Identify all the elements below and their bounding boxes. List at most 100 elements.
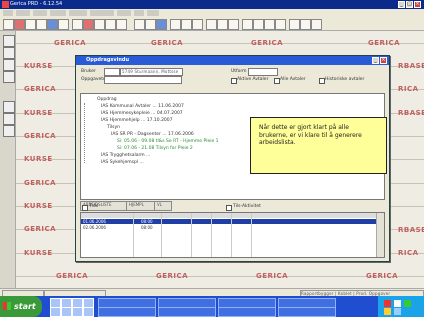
user-name-field[interactable]: 5749 Sturmaann, Mottsse [120,68,183,76]
toolbar-button[interactable] [25,19,36,30]
quicklaunch-icon[interactable] [50,307,61,317]
worklist-grid[interactable]: 01.06.2006 08:00 02.06.2006 08:00 [80,212,385,258]
tree-item[interactable]: Si: 07.06 - 21.08 Tilsyn for Pleie 2 [117,146,193,151]
left-tool-button[interactable] [3,71,15,83]
menu-item[interactable] [3,10,13,16]
instruction-note-text: Når dette er gjort klart på alle brukern… [259,124,362,146]
left-tool-button[interactable] [3,59,15,71]
tray-icon[interactable] [384,308,391,315]
watermark-gerica: GERICA [151,39,184,47]
left-tool-button[interactable] [3,35,15,47]
toolbar-button[interactable] [300,19,311,30]
watermark-gerica: GERICA [56,272,89,280]
app-icon [2,1,9,8]
tree-item[interactable]: IAS Sykehjemspl ... [101,160,144,165]
menu-item[interactable] [16,10,30,16]
tray-icon[interactable] [394,308,401,315]
toolbar-button[interactable] [3,19,14,30]
dialog-minimize-button[interactable]: _ [372,57,379,64]
toolbar-button[interactable] [275,19,286,30]
taskbar-task[interactable] [98,307,156,317]
toolbar-button[interactable] [311,19,322,30]
menu-item[interactable] [147,10,159,16]
left-tool-button[interactable] [3,113,15,125]
tree-item[interactable]: IAS Hjemmesykepleie ... 04.07.2007 [101,111,183,116]
toolbar-button[interactable] [36,19,47,30]
tray-icon[interactable] [384,300,391,307]
dialog-close-button[interactable]: × [380,57,387,64]
right-field[interactable] [248,68,278,76]
toolbar-button[interactable] [253,19,264,30]
grid-header-checkbox[interactable] [82,205,88,211]
tree-item[interactable]: Si: 05.06 - 09.08 tl&s Se RT - Hjemme Pl… [117,139,219,144]
toolbar-button[interactable] [58,19,69,30]
menu-item[interactable] [69,10,87,16]
toolbar-button[interactable] [181,19,192,30]
watermark-gerica: GERICA [156,272,189,280]
tree-item[interactable]: IAS Kommunal Avtaler ... 11.06.2007 [101,104,184,109]
activity-checkbox[interactable] [226,205,232,211]
left-tool-button[interactable] [3,47,15,59]
left-tool-button[interactable] [3,125,15,137]
minimize-button[interactable]: _ [398,1,405,8]
tree-item[interactable]: IAS Hjemmehjelp ... 17.10.2007 [101,118,173,123]
toolbar-button[interactable] [134,19,145,30]
menu-item[interactable] [117,10,131,16]
tree-connector [84,103,90,163]
toolbar-button[interactable] [47,19,58,30]
toolbar-button[interactable] [14,19,25,30]
left-tool-button[interactable] [3,101,15,113]
menu-item[interactable] [134,10,144,16]
quicklaunch-icon[interactable] [61,307,72,317]
table-row[interactable]: 01.06.2006 08:00 [81,219,384,224]
watermark-gerica: GERICA [24,132,57,140]
toolbar-button[interactable] [105,19,116,30]
menu-item[interactable] [50,10,66,16]
maximize-button[interactable]: □ [406,1,413,8]
toolbar-button[interactable] [228,19,239,30]
menu-item[interactable] [33,10,47,16]
toolbar-button[interactable] [116,19,127,30]
quicklaunch-icon[interactable] [72,307,83,317]
toolbar-button[interactable] [206,19,217,30]
toolbar-button[interactable] [72,19,83,30]
toolbar-button[interactable] [192,19,203,30]
toolbar-button[interactable] [264,19,275,30]
toolbar-button[interactable] [217,19,228,30]
instruction-note: Når dette er gjort klart på alle brukern… [250,117,387,174]
user-id-field[interactable] [104,68,120,76]
grid-scrollbar[interactable] [376,213,384,257]
watermark-rica: RICA [398,249,419,257]
tree-item[interactable]: IAS Trygghetsalarm ... [101,153,150,158]
menu-item[interactable] [90,10,114,16]
table-row[interactable]: 02.06.2006 08:00 [81,225,384,230]
start-button[interactable]: start [0,296,42,317]
left-toolbar [0,31,16,288]
grid-divider [191,213,192,257]
grid-divider [251,213,252,257]
toolbar-button[interactable] [170,19,181,30]
tree-item[interactable]: Tilsyn [107,125,120,130]
taskbar-task[interactable] [218,307,276,317]
watermark-gerica: GERICA [366,272,399,280]
field-label: Bruker [81,69,96,74]
task-type-field[interactable] [104,76,182,84]
toolbar-button[interactable] [289,19,300,30]
tab-vl[interactable]: VL [154,201,172,211]
toolbar-button[interactable] [145,19,156,30]
toolbar-button[interactable] [156,19,167,30]
tray-icon[interactable] [404,300,411,307]
tray-icon[interactable] [394,300,401,307]
window-titlebar: Gerica PRD - 6.12.54 [0,0,424,9]
tree-item[interactable]: Oppdrag [97,97,117,102]
close-button[interactable]: × [414,1,421,8]
taskbar-task[interactable] [278,307,336,317]
toolbar-button[interactable] [83,19,94,30]
toolbar-button[interactable] [242,19,253,30]
toolbar-button[interactable] [94,19,105,30]
watermark-gerica: GERICA [368,39,401,47]
tree-item[interactable]: IAS SR PR - Dagsenter ... 17.06.2006 [111,132,194,137]
quicklaunch-icon[interactable] [83,307,94,317]
taskbar-task[interactable] [158,307,216,317]
watermark-rbase: RBASE [398,62,424,70]
